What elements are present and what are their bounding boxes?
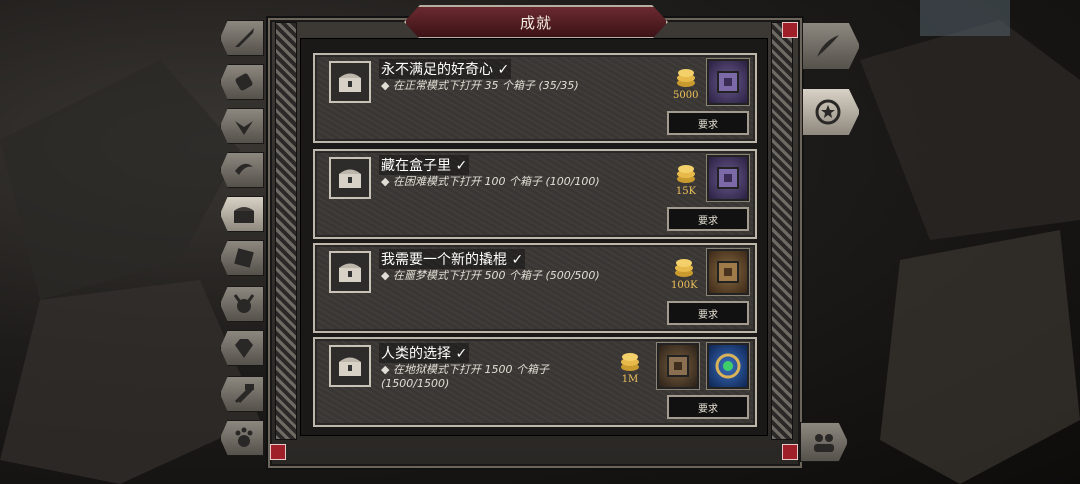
tab-sword[interactable] (220, 20, 264, 56)
achievement-name: 藏在盒子里 ✓ (379, 155, 470, 175)
feather-icon (817, 35, 839, 57)
cube-icon (667, 355, 689, 377)
gold-reward: 15K (675, 163, 697, 197)
reward-item-slot[interactable] (707, 155, 749, 201)
gem-box-icon (234, 248, 254, 268)
chest-icon (329, 251, 371, 293)
gold-coins-icon (676, 69, 695, 87)
achievement-card: 永不满足的好奇心 ✓ ◆ 在正常模式下打开 35 个箱子 (35/35) 500… (313, 53, 757, 143)
swoosh-icon (235, 163, 253, 175)
corner-ornament (270, 444, 286, 460)
diamond-icon (235, 339, 253, 358)
achievement-card: 人类的选择 ✓ ◆ 在地狱模式下打开 1500 个箱子 (1500/1500) … (313, 337, 757, 427)
window-title: 成就 (404, 5, 668, 39)
corner-ornament (782, 444, 798, 460)
claim-button[interactable]: 要求 (667, 111, 749, 135)
laurel-star-icon (815, 99, 841, 125)
tab-swoosh[interactable] (220, 152, 264, 188)
achievement-desc: ◆ 在困难模式下打开 100 个箱子 (100/100) (381, 175, 600, 188)
achievement-desc: ◆ 在地狱模式下打开 1500 个箱子 (1500/1500) (381, 363, 549, 390)
tab-feather[interactable] (802, 22, 860, 70)
reward-amount: 5000 (673, 90, 699, 101)
reward-item-slot[interactable] (707, 59, 749, 105)
tab-paw[interactable] (220, 420, 264, 456)
group-icon (814, 434, 834, 452)
cube-icon (717, 167, 739, 189)
tab-hammers[interactable] (220, 376, 264, 412)
gold-reward: 100K (671, 257, 698, 291)
horned-skull-icon (233, 294, 255, 313)
tab-diamond[interactable] (220, 330, 264, 366)
gold-coins-icon (675, 259, 694, 277)
achievement-desc: ◆ 在噩梦模式下打开 500 个箱子 (500/500) (381, 269, 600, 282)
chest-icon (329, 157, 371, 199)
tab-scroll[interactable] (220, 64, 264, 100)
achievement-name: 永不满足的好奇心 ✓ (379, 59, 512, 79)
cube-icon (717, 261, 739, 283)
claim-button[interactable]: 要求 (667, 395, 749, 419)
achievement-name: 我需要一个新的撬棍 ✓ (379, 249, 526, 269)
gold-reward: 1M (619, 351, 641, 385)
tab-laurel-star[interactable] (802, 88, 860, 136)
chest-icon (234, 207, 254, 223)
claim-button[interactable]: 要求 (667, 301, 749, 325)
right-chain-rail (771, 22, 793, 440)
achievement-name: 人类的选择 ✓ (379, 343, 470, 363)
cube-icon (717, 71, 739, 93)
gold-coins-icon (621, 353, 639, 371)
reward-item-slot[interactable] (657, 343, 699, 389)
achievement-card: 藏在盒子里 ✓ ◆ 在困难模式下打开 100 个箱子 (100/100) 15K… (313, 149, 757, 239)
tab-chest[interactable] (220, 196, 264, 232)
achievement-list[interactable]: 永不满足的好奇心 ✓ ◆ 在正常模式下打开 35 个箱子 (35/35) 500… (300, 38, 768, 436)
gold-reward: 5000 (673, 67, 698, 101)
social-button[interactable] (800, 422, 848, 462)
tab-horned-skull[interactable] (220, 286, 264, 322)
wings-icon (235, 121, 253, 135)
left-chain-rail (275, 22, 297, 440)
tab-gem-box[interactable] (220, 240, 264, 276)
reward-amount: 100K (671, 280, 698, 291)
scroll-icon (235, 73, 253, 91)
tab-wings[interactable] (220, 108, 264, 144)
amulet-icon (715, 353, 741, 379)
achievement-card: 我需要一个新的撬棍 ✓ ◆ 在噩梦模式下打开 500 个箱子 (500/500)… (313, 243, 757, 333)
gold-coins-icon (677, 165, 695, 183)
hammers-icon (234, 384, 254, 404)
claim-button[interactable]: 要求 (667, 207, 749, 231)
sword-icon (235, 28, 254, 47)
reward-item-slot[interactable] (707, 343, 749, 389)
reward-amount: 1M (621, 374, 639, 385)
corner-ornament (782, 22, 798, 38)
chest-icon (329, 345, 371, 387)
reward-amount: 15K (675, 186, 697, 197)
chest-icon (329, 61, 371, 103)
reward-item-slot[interactable] (707, 249, 749, 295)
paw-icon (235, 427, 253, 447)
achievement-desc: ◆ 在正常模式下打开 35 个箱子 (35/35) (381, 79, 579, 92)
